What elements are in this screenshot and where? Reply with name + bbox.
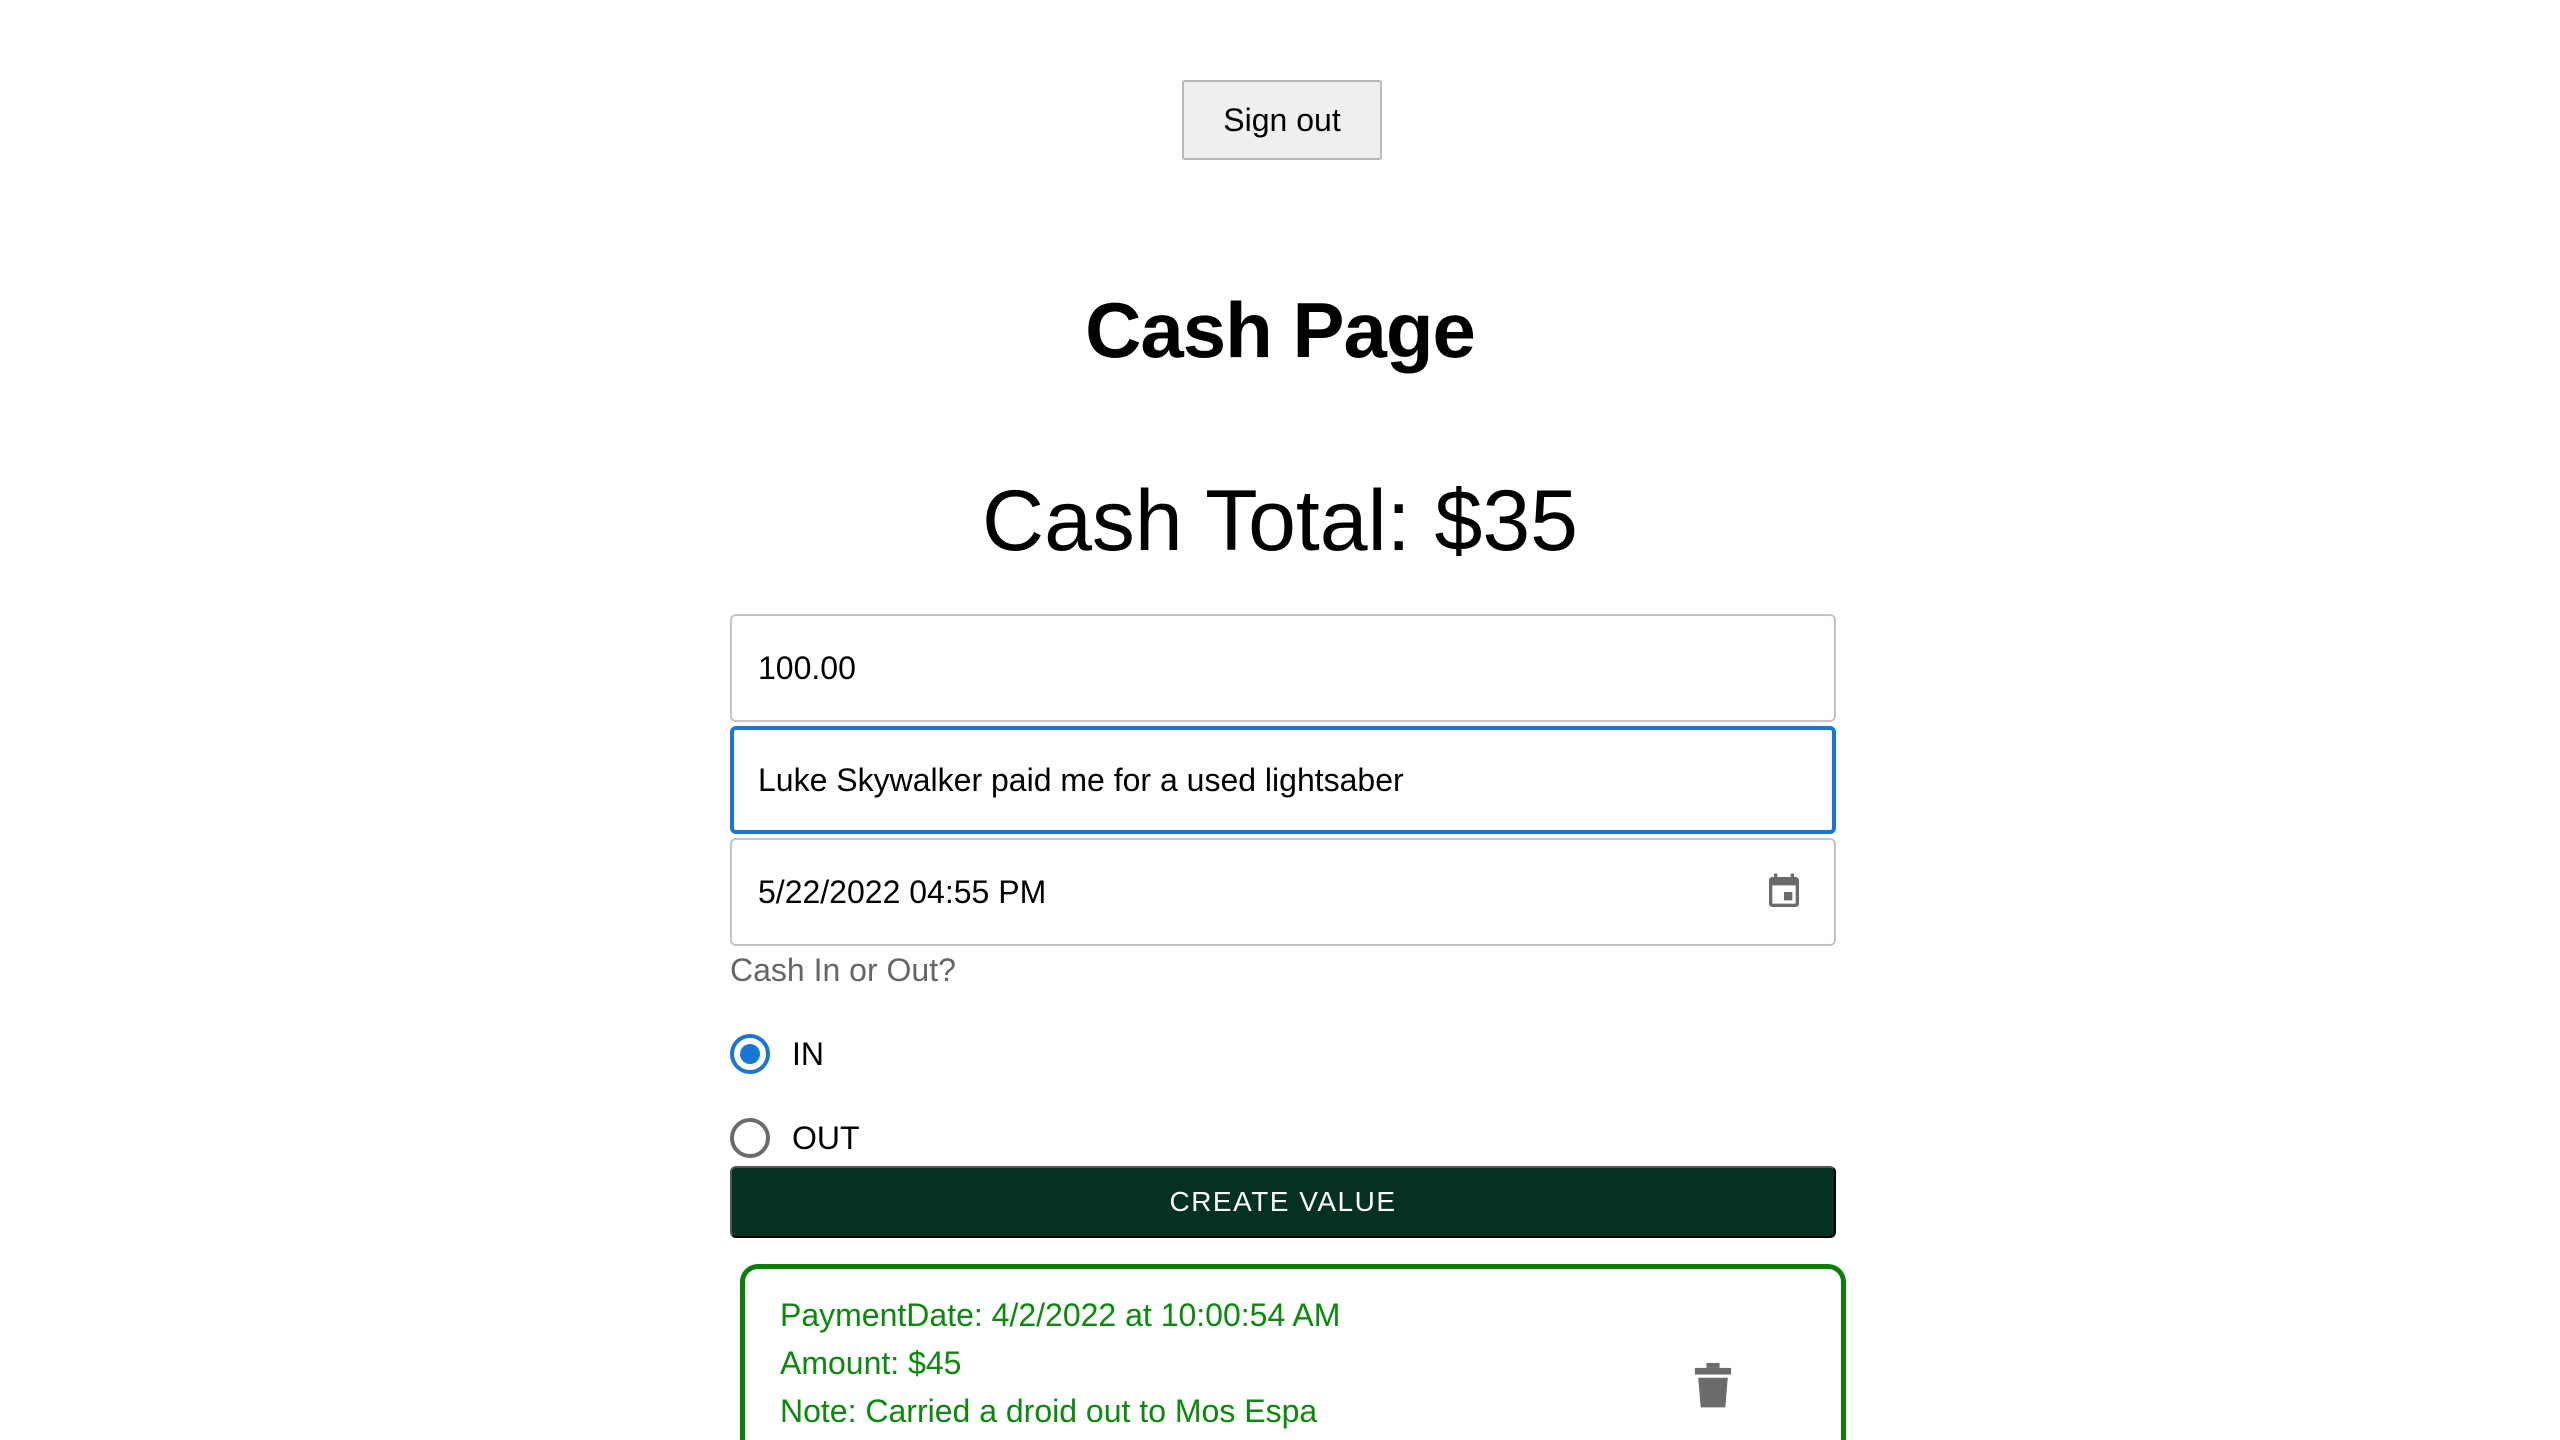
radio-in-button[interactable] bbox=[730, 1034, 770, 1074]
sign-out-button[interactable]: Sign out bbox=[1182, 80, 1382, 160]
calendar-icon[interactable] bbox=[1764, 872, 1804, 912]
create-value-button[interactable]: CREATE VALUE bbox=[730, 1166, 1836, 1238]
entry-card: PaymentDate: 4/2/2022 at 10:00:54 AM Amo… bbox=[740, 1264, 1846, 1440]
entry-details: PaymentDate: 4/2/2022 at 10:00:54 AM Amo… bbox=[780, 1291, 1340, 1440]
payment-date-field[interactable]: 5/22/2022 04:55 PM bbox=[730, 838, 1836, 946]
radio-in[interactable]: IN bbox=[730, 1034, 824, 1074]
payment-date-value: 5/22/2022 04:55 PM bbox=[758, 873, 1047, 910]
trash-icon[interactable] bbox=[1693, 1363, 1733, 1409]
radio-out[interactable]: OUT bbox=[730, 1118, 860, 1158]
note-field[interactable]: Luke Skywalker paid me for a used lights… bbox=[730, 726, 1836, 834]
cash-total: Cash Total: $35 bbox=[981, 473, 1579, 569]
radio-in-label: IN bbox=[792, 1035, 824, 1072]
amount-field[interactable]: 100.00 bbox=[730, 614, 1836, 722]
radio-out-button[interactable] bbox=[730, 1118, 770, 1158]
cash-form: 100.00 Luke Skywalker paid me for a used… bbox=[730, 614, 1836, 950]
amount-value: 100.00 bbox=[758, 649, 856, 686]
entry-payment-date: PaymentDate: 4/2/2022 at 10:00:54 AM bbox=[780, 1297, 1341, 1333]
cash-page: Sign out Cash Page Cash Total: $35 100.0… bbox=[0, 0, 2560, 1440]
entry-note: Note: Carried a droid out to Mos Espa bbox=[780, 1393, 1318, 1429]
note-value: Luke Skywalker paid me for a used lights… bbox=[758, 761, 1404, 798]
radio-out-label: OUT bbox=[792, 1119, 860, 1156]
page-title: Cash Page bbox=[1085, 286, 1476, 374]
entry-amount: Amount: $45 bbox=[780, 1345, 962, 1381]
direction-legend: Cash In or Out? bbox=[730, 952, 956, 988]
entry-cash-type: CashIN bbox=[780, 1435, 1340, 1440]
